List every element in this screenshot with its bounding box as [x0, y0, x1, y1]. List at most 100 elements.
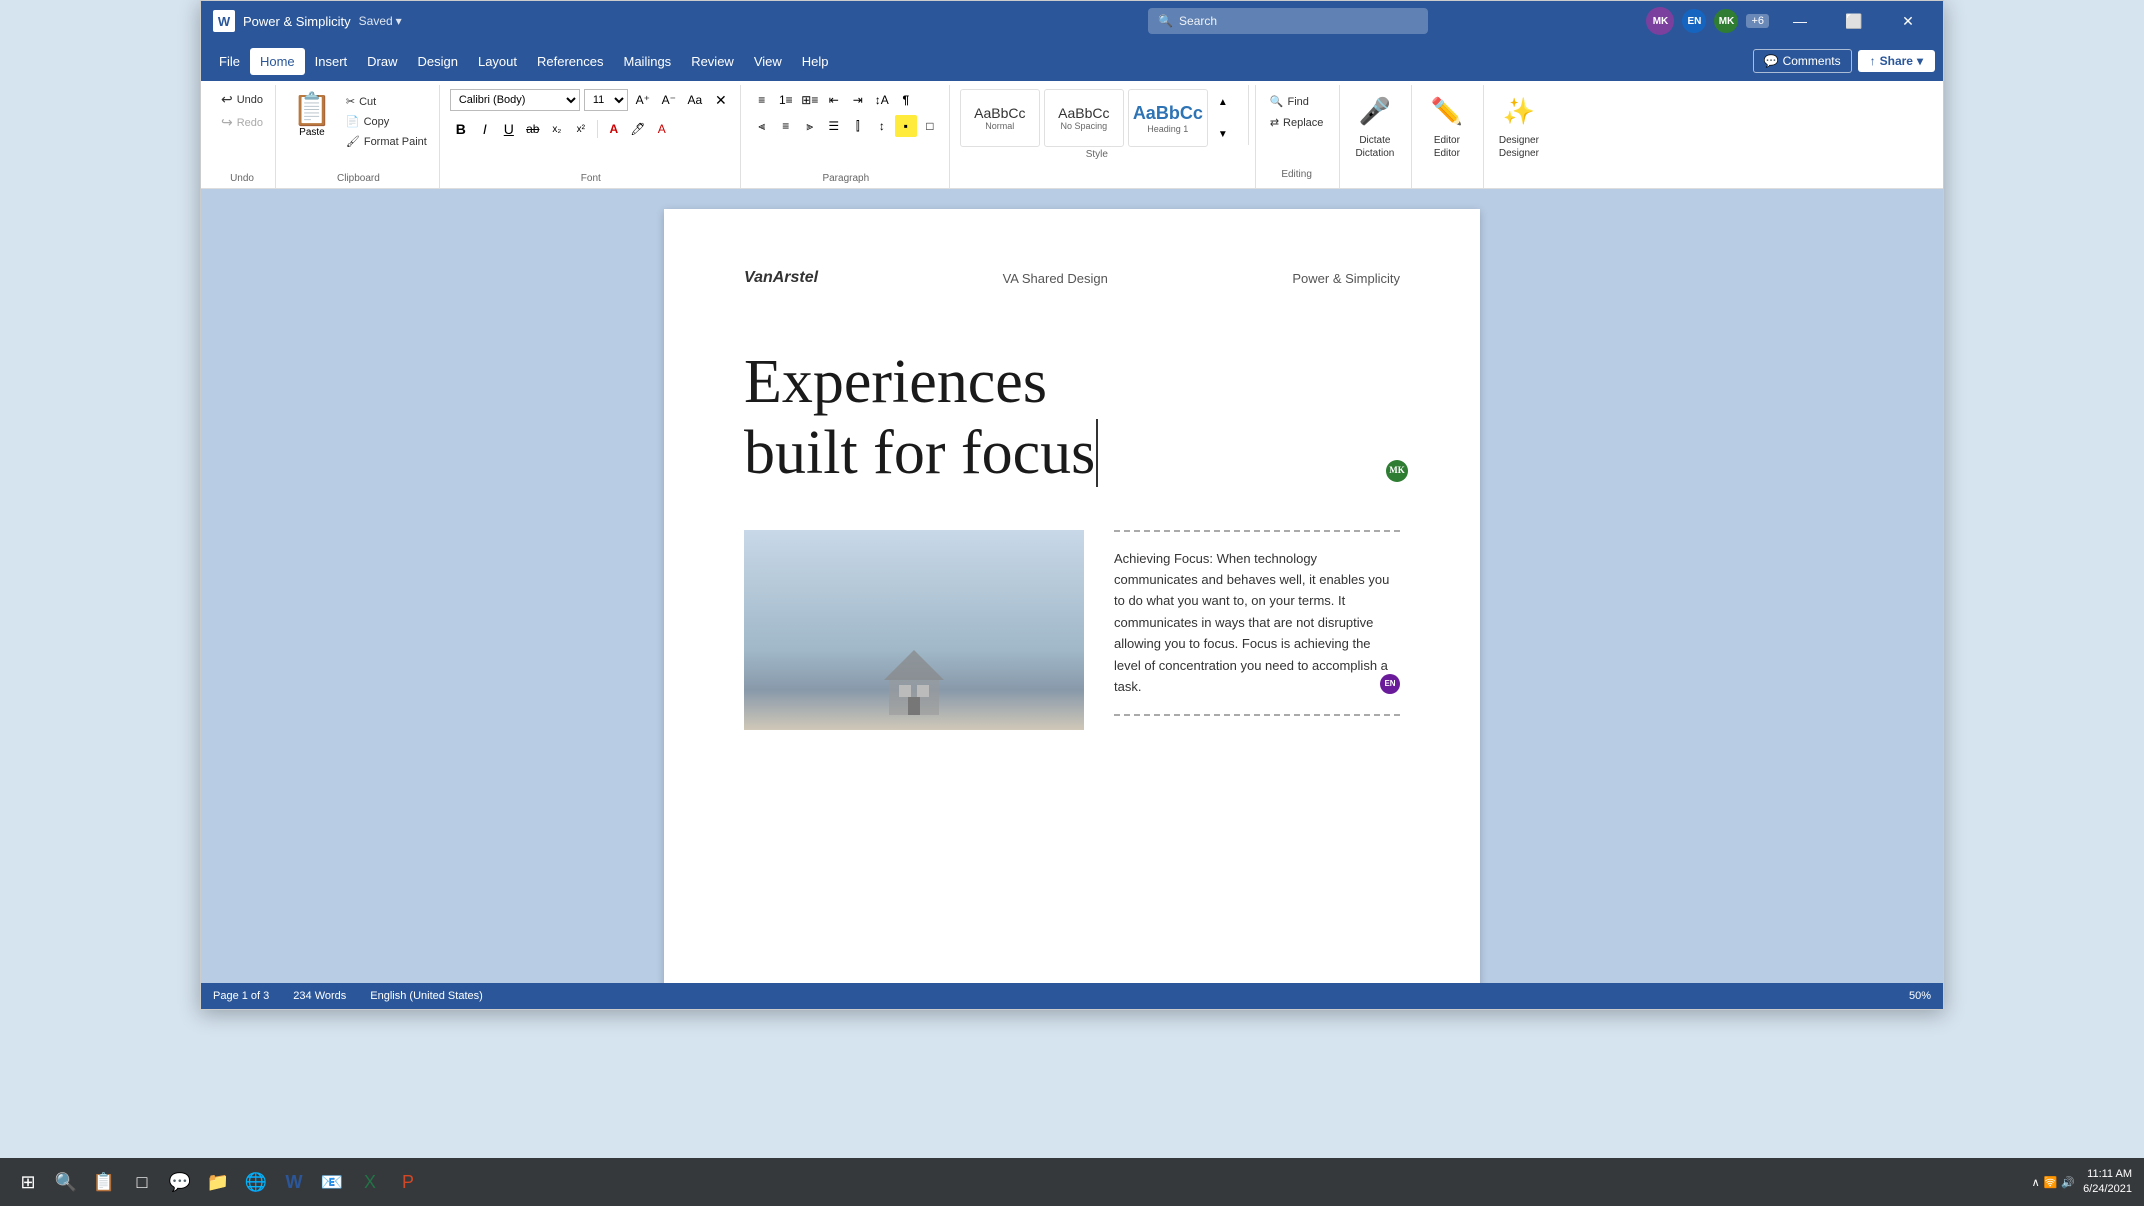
ribbon-divider-1 — [1248, 85, 1249, 145]
minimize-button[interactable]: — — [1777, 1, 1823, 41]
ribbon-group-style: AaBbCc Normal AaBbCc No Spacing AaBbCc H… — [952, 85, 1242, 188]
menu-design[interactable]: Design — [408, 48, 468, 75]
style-normal[interactable]: AaBbCc Normal — [960, 89, 1040, 147]
style-no-spacing[interactable]: AaBbCc No Spacing — [1044, 89, 1124, 147]
shading-button[interactable]: ▪ — [895, 115, 917, 137]
sort-button[interactable]: ↕A — [871, 89, 893, 111]
borders-button[interactable]: □ — [919, 115, 941, 137]
show-hide-button[interactable]: ¶ — [895, 89, 917, 111]
saved-status: Saved ▾ — [359, 14, 402, 28]
find-button[interactable]: 🔍 Find — [1266, 93, 1328, 110]
decrease-font-button[interactable]: A⁻ — [658, 89, 680, 111]
superscript-button[interactable]: x² — [570, 118, 592, 140]
menu-mailings[interactable]: Mailings — [614, 48, 682, 75]
highlight-button[interactable]: 🖊 — [627, 118, 649, 140]
designer-button[interactable]: ✨ Designer Designer — [1497, 89, 1541, 159]
strikethrough-button[interactable]: ab — [522, 118, 544, 140]
search-box[interactable]: 🔍 Search — [1148, 8, 1428, 34]
style-scroll-down[interactable]: ▼ — [1212, 123, 1234, 145]
menu-home[interactable]: Home — [250, 48, 305, 75]
increase-indent-button[interactable]: ⇥ — [847, 89, 869, 111]
close-button[interactable]: ✕ — [1885, 1, 1931, 41]
outlook-button[interactable]: 📧 — [316, 1166, 348, 1198]
doc-heading[interactable]: Experiences built for focus MK — [744, 347, 1400, 490]
volume-icon[interactable]: 🔊 — [2061, 1176, 2075, 1189]
align-left-button[interactable]: ⫷ — [751, 115, 773, 137]
cut-button[interactable]: ✂ Cut — [342, 93, 431, 110]
columns-button[interactable]: ⫿ — [847, 115, 869, 137]
start-button[interactable]: ⊞ — [12, 1166, 44, 1198]
clock[interactable]: 11:11 AM 6/24/2021 — [2083, 1167, 2132, 1198]
menu-help[interactable]: Help — [792, 48, 839, 75]
editor-icon: ✏️ — [1425, 89, 1469, 133]
excel-button[interactable]: X — [354, 1166, 386, 1198]
multilevel-button[interactable]: ⊞≡ — [799, 89, 821, 111]
title-bar: W Power & Simplicity Saved ▾ 🔍 Search MK… — [201, 1, 1943, 41]
status-right: 50% — [1909, 990, 1931, 1002]
underline-button[interactable]: U — [498, 118, 520, 140]
change-case-button[interactable]: Aa — [684, 89, 706, 111]
doc-text-box[interactable]: Achieving Focus: When technology communi… — [1114, 530, 1400, 716]
task-view-button[interactable]: 📋 — [88, 1166, 120, 1198]
powerpoint-button[interactable]: P — [392, 1166, 424, 1198]
undo-button[interactable]: ↩ Undo — [217, 89, 267, 110]
menu-layout[interactable]: Layout — [468, 48, 527, 75]
menu-insert[interactable]: Insert — [305, 48, 358, 75]
style-gallery: AaBbCc Normal AaBbCc No Spacing AaBbCc H… — [960, 85, 1234, 147]
paste-button[interactable]: 📋 Paste — [286, 89, 338, 142]
increase-font-button[interactable]: A⁺ — [632, 89, 654, 111]
font-family-select[interactable]: Calibri (Body) — [450, 89, 580, 111]
chat-button[interactable]: 💬 — [164, 1166, 196, 1198]
network-icon[interactable]: 🛜 — [2044, 1176, 2058, 1189]
search-taskbar-button[interactable]: 🔍 — [50, 1166, 82, 1198]
numbering-button[interactable]: 1≡ — [775, 89, 797, 111]
line-spacing-button[interactable]: ↕ — [871, 115, 893, 137]
chevron-up-icon[interactable]: ∧ — [2032, 1176, 2040, 1189]
text-color-button[interactable]: A — [651, 118, 673, 140]
dictate-button[interactable]: 🎤 Dictate Dictation — [1353, 89, 1397, 159]
style-scroll-up[interactable]: ▲ — [1212, 91, 1234, 113]
editor-button[interactable]: ✏️ Editor Editor — [1425, 89, 1469, 159]
extra-users: +6 — [1746, 14, 1769, 28]
style-heading1[interactable]: AaBbCc Heading 1 — [1128, 89, 1208, 147]
paragraph-row-2: ⫷ ≡ ⫸ ☰ ⫿ ↕ ▪ □ — [751, 115, 941, 137]
decrease-indent-button[interactable]: ⇤ — [823, 89, 845, 111]
subscript-button[interactable]: x₂ — [546, 118, 568, 140]
italic-button[interactable]: I — [474, 118, 496, 140]
justify-button[interactable]: ☰ — [823, 115, 845, 137]
doc-image — [744, 530, 1084, 730]
widgets-button[interactable]: □ — [126, 1166, 158, 1198]
menu-right: 💬 Comments ↑ Share ▾ — [1753, 49, 1935, 73]
format-paint-button[interactable]: 🖌 Format Paint — [342, 133, 431, 150]
font-color-button[interactable]: A — [603, 118, 625, 140]
document-area[interactable]: VanArstel VA Shared Design Power & Simpl… — [201, 189, 1943, 983]
maximize-button[interactable]: ⬜ — [1831, 1, 1877, 41]
explorer-button[interactable]: 📁 — [202, 1166, 234, 1198]
edge-button[interactable]: 🌐 — [240, 1166, 272, 1198]
taskbar: ⊞ 🔍 📋 □ 💬 📁 🌐 W 📧 X P ∧ 🛜 🔊 11:11 AM 6/2… — [0, 1158, 2144, 1206]
menu-draw[interactable]: Draw — [357, 48, 407, 75]
bullets-button[interactable]: ≡ — [751, 89, 773, 111]
menu-references[interactable]: References — [527, 48, 613, 75]
clear-format-button[interactable]: ✕ — [710, 89, 732, 111]
editing-buttons: 🔍 Find ⇄ Replace — [1266, 89, 1328, 167]
copy-button[interactable]: 📄 Copy — [342, 113, 431, 130]
align-right-button[interactable]: ⫸ — [799, 115, 821, 137]
align-center-button[interactable]: ≡ — [775, 115, 797, 137]
share-button[interactable]: ↑ Share ▾ — [1858, 50, 1935, 72]
comments-button[interactable]: 💬 Comments — [1753, 49, 1852, 73]
menu-bar: File Home Insert Draw Design Layout Refe… — [201, 41, 1943, 81]
bold-button[interactable]: B — [450, 118, 472, 140]
style-normal-preview: AaBbCc — [974, 105, 1025, 121]
undo-group-content: ↩ Undo ↪ Redo — [217, 85, 267, 171]
dictate-icon: 🎤 — [1353, 89, 1397, 133]
replace-icon: ⇄ — [1270, 116, 1279, 129]
word-taskbar-button[interactable]: W — [278, 1166, 310, 1198]
menu-view[interactable]: View — [744, 48, 792, 75]
building-svg — [854, 640, 974, 720]
redo-button[interactable]: ↪ Redo — [217, 112, 267, 133]
menu-review[interactable]: Review — [681, 48, 744, 75]
replace-button[interactable]: ⇄ Replace — [1266, 114, 1328, 131]
menu-file[interactable]: File — [209, 48, 250, 75]
font-size-select[interactable]: 11 — [584, 89, 628, 111]
